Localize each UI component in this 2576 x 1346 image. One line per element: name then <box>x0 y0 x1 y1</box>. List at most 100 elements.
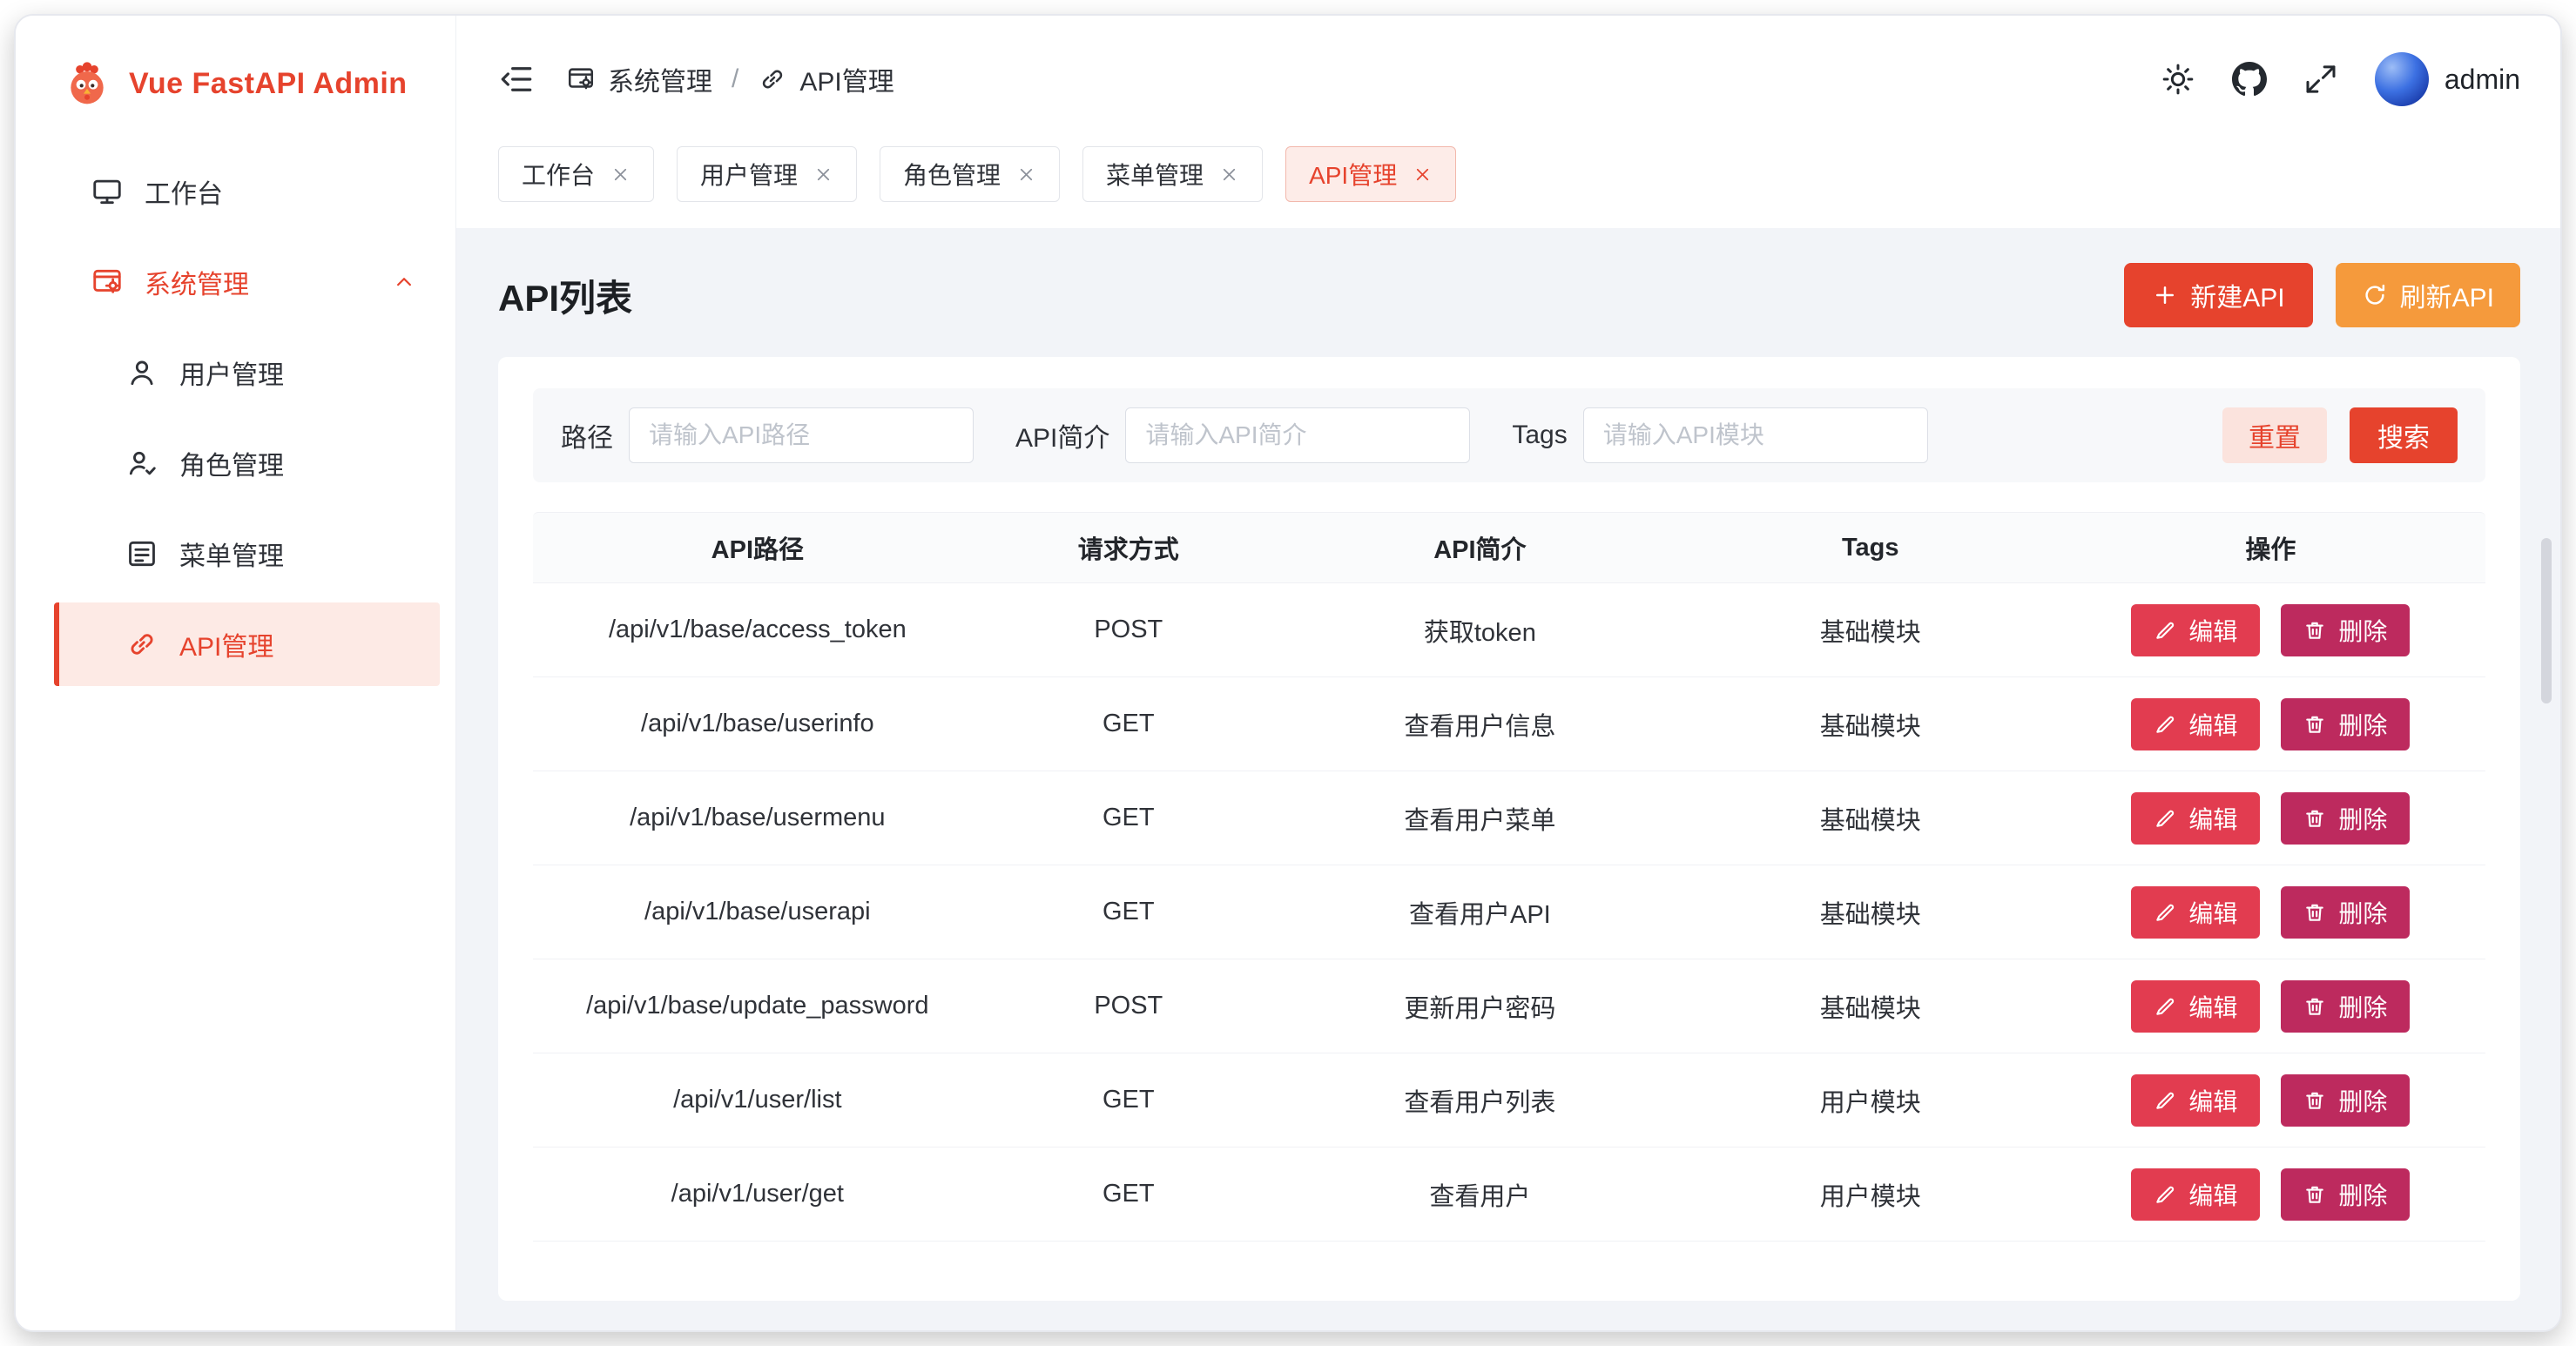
tab-label: API管理 <box>1309 157 1397 192</box>
theme-toggle-button[interactable] <box>2161 62 2195 97</box>
api-path-cell: /api/v1/base/update_password <box>533 992 982 1020</box>
brand[interactable]: Vue FastAPI Admin <box>16 16 455 150</box>
breadcrumb-item-api[interactable]: API管理 <box>758 60 894 98</box>
github-link[interactable] <box>2232 62 2267 97</box>
api-path-cell: /api/v1/user/get <box>533 1180 982 1208</box>
path-filter-input[interactable] <box>629 407 974 463</box>
delete-button[interactable]: 删除 <box>2281 980 2410 1033</box>
tags-filter-input[interactable] <box>1583 407 1928 463</box>
refresh-api-button[interactable]: 刷新API <box>2336 263 2520 327</box>
tab-label: 角色管理 <box>903 157 1001 192</box>
pencil-icon <box>2154 995 2176 1018</box>
sidebar-item-label: API管理 <box>179 625 273 663</box>
edit-button[interactable]: 编辑 <box>2131 792 2260 845</box>
edit-label: 编辑 <box>2188 989 2237 1024</box>
edit-button[interactable]: 编辑 <box>2131 886 2260 939</box>
person-icon <box>125 356 158 389</box>
api-summary-cell: 查看用户 <box>1275 1176 1685 1213</box>
sidebar-item-label: 系统管理 <box>145 263 249 301</box>
tab-close-icon[interactable] <box>1413 165 1433 185</box>
table-row: /api/v1/base/usermenu GET 查看用户菜单 基础模块 编辑… <box>533 771 2485 865</box>
tab-close-icon[interactable] <box>1219 165 1239 185</box>
link-icon <box>758 64 787 94</box>
tab-menus[interactable]: 菜单管理 <box>1082 146 1263 202</box>
tab-close-icon[interactable] <box>610 165 631 185</box>
trash-icon <box>2303 619 2326 642</box>
row-actions-cell: 编辑 删除 <box>2056 792 2485 845</box>
link-icon <box>125 628 158 661</box>
table-row: /api/v1/base/update_password POST 更新用户密码… <box>533 959 2485 1053</box>
breadcrumb-label: 系统管理 <box>608 60 712 98</box>
page-header: API列表 新建API 刷新API <box>456 228 2560 357</box>
delete-button[interactable]: 删除 <box>2281 698 2410 750</box>
edit-label: 编辑 <box>2188 801 2237 836</box>
api-method-cell: GET <box>982 1086 1275 1114</box>
api-method-cell: POST <box>982 992 1275 1020</box>
user-menu[interactable]: admin <box>2375 52 2520 106</box>
chevron-up-icon <box>391 269 417 295</box>
tab-label: 菜单管理 <box>1106 157 1204 192</box>
delete-button[interactable]: 删除 <box>2281 604 2410 656</box>
delete-button[interactable]: 删除 <box>2281 1168 2410 1221</box>
tab-bar: 工作台 用户管理 角色管理 菜单管理 API管理 <box>456 143 2560 228</box>
reset-button[interactable]: 重置 <box>2222 407 2327 463</box>
sidebar-item-users[interactable]: 用户管理 <box>54 331 440 414</box>
create-api-button[interactable]: 新建API <box>2124 263 2312 327</box>
trash-icon <box>2303 995 2326 1018</box>
trash-icon <box>2303 901 2326 924</box>
api-summary-cell: 获取token <box>1275 612 1685 649</box>
tab-api[interactable]: API管理 <box>1285 146 1456 202</box>
window-gear-icon <box>91 266 124 299</box>
edit-button[interactable]: 编辑 <box>2131 698 2260 750</box>
api-summary-cell: 更新用户密码 <box>1275 988 1685 1025</box>
delete-label: 删除 <box>2338 1177 2387 1212</box>
sidebar-item-workbench[interactable]: 工作台 <box>54 150 440 233</box>
sidebar-item-label: 工作台 <box>145 172 223 211</box>
breadcrumb-item-system[interactable]: 系统管理 <box>566 60 712 98</box>
api-path-cell: /api/v1/base/access_token <box>533 616 982 644</box>
sidebar-collapse-button[interactable] <box>498 61 535 98</box>
sidebar-item-system[interactable]: 系统管理 <box>54 240 440 324</box>
sidebar-item-menus[interactable]: 菜单管理 <box>54 512 440 596</box>
tab-label: 工作台 <box>522 157 595 192</box>
table-row: /api/v1/user/get GET 查看用户 用户模块 编辑 删除 <box>533 1147 2485 1242</box>
trash-icon <box>2303 1183 2326 1206</box>
edit-button[interactable]: 编辑 <box>2131 980 2260 1033</box>
tab-close-icon[interactable] <box>813 165 833 185</box>
person-check-icon <box>125 447 158 480</box>
edit-button[interactable]: 编辑 <box>2131 604 2260 656</box>
sidebar-item-api[interactable]: API管理 <box>54 602 440 686</box>
delete-label: 删除 <box>2338 1083 2387 1118</box>
api-method-cell: GET <box>982 898 1275 926</box>
app-window: Vue FastAPI Admin 工作台 系统管理 用户管理 角色管理 <box>14 14 2562 1332</box>
table-row: /api/v1/user/list GET 查看用户列表 用户模块 编辑 删除 <box>533 1053 2485 1147</box>
monitor-icon <box>91 175 124 208</box>
table-header-row: API路径 请求方式 API简介 Tags 操作 <box>533 512 2485 583</box>
tab-workbench[interactable]: 工作台 <box>498 146 654 202</box>
tab-users[interactable]: 用户管理 <box>677 146 857 202</box>
summary-filter-input[interactable] <box>1125 407 1470 463</box>
sidebar-item-roles[interactable]: 角色管理 <box>54 421 440 505</box>
row-actions-cell: 编辑 删除 <box>2056 980 2485 1033</box>
page-title: API列表 <box>498 269 632 322</box>
api-tags-cell: 用户模块 <box>1685 1176 2056 1213</box>
scrollbar-thumb[interactable] <box>2541 538 2552 703</box>
fullscreen-button[interactable] <box>2303 62 2338 97</box>
create-api-label: 新建API <box>2190 276 2284 314</box>
api-path-cell: /api/v1/user/list <box>533 1086 982 1114</box>
api-summary-cell: 查看用户信息 <box>1275 706 1685 743</box>
search-button[interactable]: 搜索 <box>2350 407 2458 463</box>
tab-close-icon[interactable] <box>1016 165 1036 185</box>
breadcrumb-label: API管理 <box>799 60 894 98</box>
delete-button[interactable]: 删除 <box>2281 792 2410 845</box>
delete-button[interactable]: 删除 <box>2281 886 2410 939</box>
row-actions-cell: 编辑 删除 <box>2056 604 2485 656</box>
tab-roles[interactable]: 角色管理 <box>880 146 1060 202</box>
table-row: /api/v1/base/userinfo GET 查看用户信息 基础模块 编辑… <box>533 677 2485 771</box>
list-icon <box>125 537 158 570</box>
api-tags-cell: 基础模块 <box>1685 894 2056 931</box>
edit-button[interactable]: 编辑 <box>2131 1074 2260 1127</box>
edit-button[interactable]: 编辑 <box>2131 1168 2260 1221</box>
main-area: 系统管理 / API管理 <box>456 16 2560 1330</box>
delete-button[interactable]: 删除 <box>2281 1074 2410 1127</box>
